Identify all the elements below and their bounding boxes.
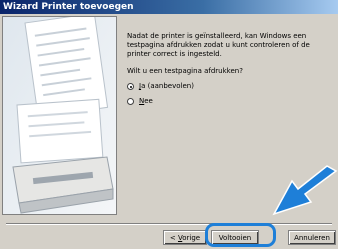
cancel-button[interactable]: Annuleren (288, 230, 336, 245)
option-no-label[interactable]: Nee (139, 97, 153, 106)
printer-illustration-icon (2, 16, 117, 215)
wizard-window: Wizard Printer toevoegen Nadat de printe… (0, 0, 338, 249)
radio-yes-icon[interactable] (127, 83, 134, 90)
option-yes-label[interactable]: Ja (aanbevolen) (139, 82, 194, 91)
test-page-question: Wilt u een testpagina afdrukken? (127, 67, 243, 75)
footer-separator (6, 223, 332, 225)
back-button[interactable]: < Vorige (163, 230, 207, 245)
finish-highlight-circle (205, 223, 276, 247)
window-titlebar[interactable]: Wizard Printer toevoegen (0, 0, 338, 14)
wizard-content: Nadat de printer is geïnstalleerd, kan W… (127, 32, 332, 112)
info-message: Nadat de printer is geïnstalleerd, kan W… (127, 32, 310, 58)
option-yes[interactable]: Ja (aanbevolen) (127, 82, 332, 91)
radio-no-icon[interactable] (127, 98, 134, 105)
option-no[interactable]: Nee (127, 97, 332, 106)
window-title: Wizard Printer toevoegen (3, 2, 134, 12)
